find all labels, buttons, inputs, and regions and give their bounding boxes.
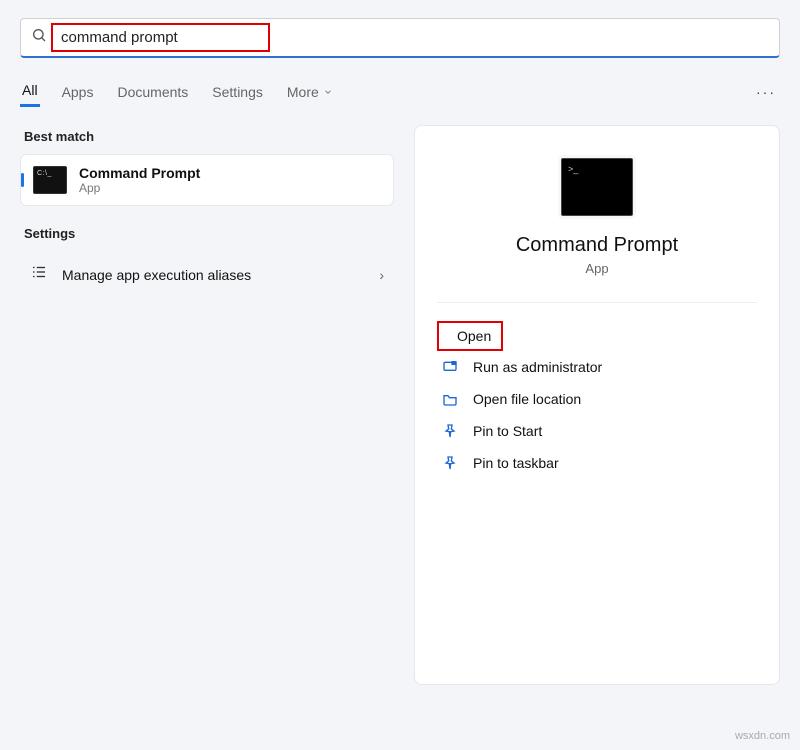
start-search-window: All Apps Documents Settings More ··· Bes… [0, 0, 800, 750]
pin-icon [441, 423, 459, 439]
preview-app-icon [561, 158, 633, 216]
result-preview-pane: Command Prompt App Open Run as administr… [414, 125, 780, 685]
tab-all[interactable]: All [20, 76, 40, 107]
filter-tabs: All Apps Documents Settings More ··· [20, 76, 780, 107]
action-open-file-location[interactable]: Open file location [437, 383, 757, 415]
results-list: Best match Command Prompt App Settings M… [20, 125, 394, 685]
open-action-highlight: Open [437, 321, 503, 351]
action-label: Pin to Start [473, 423, 542, 439]
preview-title: Command Prompt [437, 234, 757, 257]
action-label: Open file location [473, 391, 581, 407]
action-open[interactable]: Open [457, 328, 491, 344]
result-command-prompt[interactable]: Command Prompt App [20, 154, 394, 206]
command-prompt-icon [33, 166, 67, 194]
action-label: Run as administrator [473, 359, 602, 375]
action-run-as-administrator[interactable]: Run as administrator [437, 351, 757, 383]
settings-item-label: Manage app execution aliases [62, 267, 251, 283]
search-input[interactable] [55, 25, 266, 50]
preview-subtitle: App [437, 261, 757, 276]
tab-documents[interactable]: Documents [115, 78, 190, 106]
overflow-menu-button[interactable]: ··· [752, 80, 780, 104]
tab-apps[interactable]: Apps [60, 78, 96, 106]
result-subtitle: App [79, 181, 200, 195]
chevron-right-icon: › [379, 267, 384, 283]
action-pin-to-taskbar[interactable]: Pin to taskbar [437, 447, 757, 479]
settings-item-execution-aliases[interactable]: Manage app execution aliases › [20, 251, 394, 298]
shield-icon [441, 359, 459, 375]
action-pin-to-start[interactable]: Pin to Start [437, 415, 757, 447]
preview-divider [437, 302, 757, 303]
search-icon [31, 27, 47, 48]
chevron-down-icon [323, 84, 333, 100]
folder-icon [441, 391, 459, 407]
tab-more[interactable]: More [285, 78, 335, 106]
best-match-label: Best match [20, 125, 394, 154]
result-text: Command Prompt App [79, 165, 200, 195]
tab-more-label: More [287, 84, 319, 100]
tab-settings[interactable]: Settings [210, 78, 265, 106]
result-title: Command Prompt [79, 165, 200, 181]
search-query-highlight [51, 23, 270, 52]
settings-group-label: Settings [20, 222, 394, 251]
watermark: wsxdn.com [735, 730, 790, 742]
action-label: Pin to taskbar [473, 455, 559, 471]
pin-icon [441, 455, 459, 471]
search-bar[interactable] [20, 18, 780, 58]
results-area: Best match Command Prompt App Settings M… [20, 125, 780, 685]
list-settings-icon [30, 263, 48, 286]
